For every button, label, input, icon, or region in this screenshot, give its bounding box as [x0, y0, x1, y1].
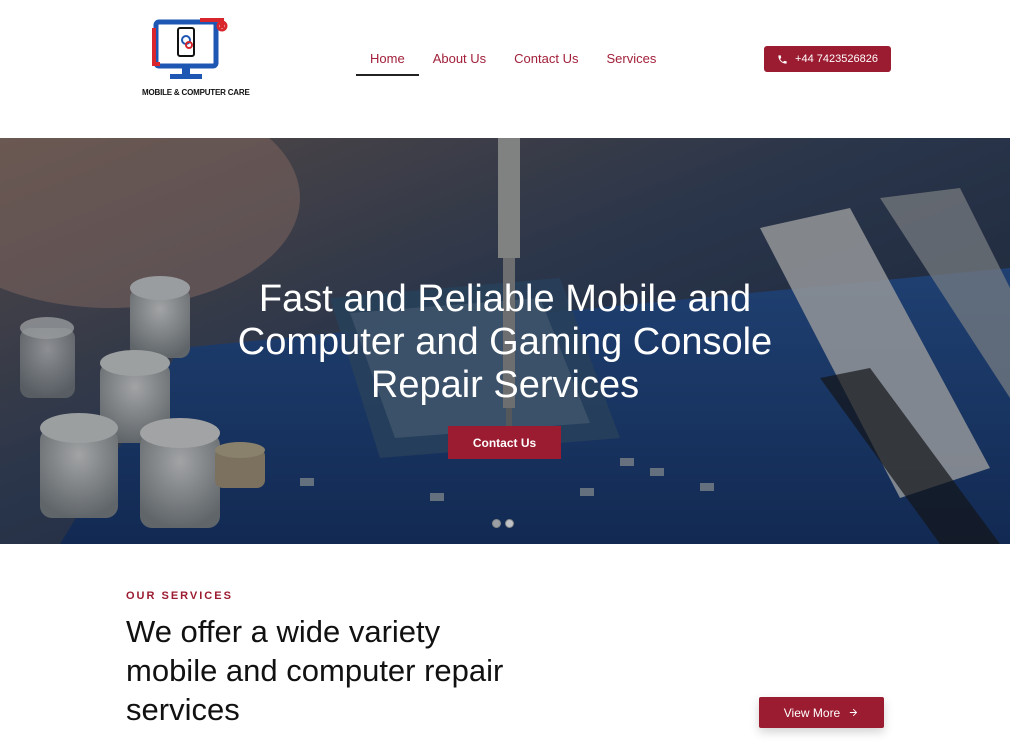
hero-title: Fast and Reliable Mobile and Computer an… [237, 278, 773, 406]
services-section: OUR SERVICES We offer a wide variety mob… [0, 544, 1010, 756]
site-logo[interactable]: MOBILE & COMPUTER CARE [142, 18, 250, 100]
view-more-button[interactable]: View More [759, 697, 884, 728]
services-eyebrow: OUR SERVICES [126, 590, 233, 602]
nav-item-about-us[interactable]: About Us [419, 46, 500, 76]
phone-number: +44 7423526826 [795, 53, 878, 65]
slider-dot-2[interactable] [505, 519, 514, 528]
slider-dots [492, 519, 514, 528]
nav-item-contact-us[interactable]: Contact Us [500, 46, 592, 76]
view-more-label: View More [783, 705, 841, 720]
phone-icon [778, 54, 787, 64]
phone-button[interactable]: +44 7423526826 [764, 46, 891, 72]
arrow-right-icon [850, 708, 858, 717]
slider-dot-1[interactable] [492, 519, 501, 528]
hero-contact-us-button[interactable]: Contact Us [448, 426, 561, 459]
hero-section: Fast and Reliable Mobile and Computer an… [0, 138, 1010, 544]
nav-item-services[interactable]: Services [592, 46, 670, 76]
nav-item-home[interactable]: Home [356, 46, 419, 76]
logo-text: MOBILE & COMPUTER CARE [142, 88, 250, 97]
main-nav: Home About Us Contact Us Services [356, 46, 670, 76]
site-header: MOBILE & COMPUTER CARE Home About Us Con… [0, 0, 1010, 138]
monitor-logo-icon [152, 18, 228, 79]
services-heading: We offer a wide variety mobile and compu… [126, 614, 504, 727]
